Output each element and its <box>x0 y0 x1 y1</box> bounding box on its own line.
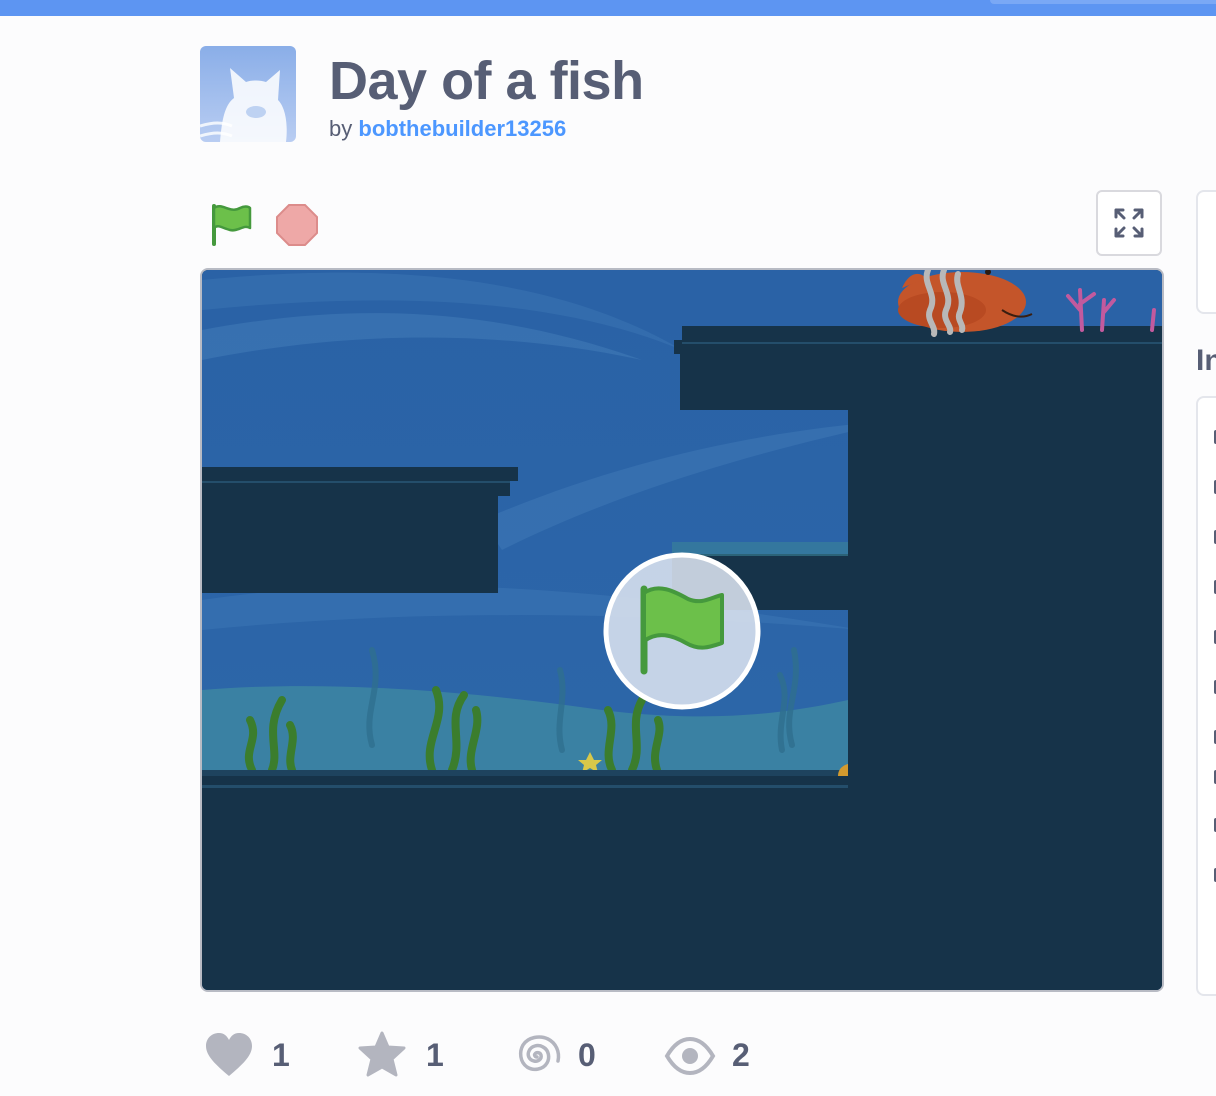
sidebar-instructions-box <box>1196 396 1216 996</box>
fullscreen-icon <box>1114 208 1144 238</box>
love-count: 1 <box>272 1037 290 1073</box>
favorite-count: 1 <box>426 1037 444 1073</box>
byline-prefix: by <box>329 116 353 141</box>
green-flag-button[interactable] <box>208 202 254 248</box>
remix-count: 0 <box>578 1037 596 1073</box>
author-link[interactable]: bobthebuilder13256 <box>358 116 566 141</box>
stop-icon <box>276 204 318 246</box>
green-flag-overlay[interactable] <box>602 551 762 711</box>
sidebar-card-top <box>1196 190 1216 314</box>
project-stage[interactable] <box>200 268 1164 992</box>
sidebar-heading: In <box>1196 344 1216 377</box>
love-stat[interactable]: 1 <box>204 1030 304 1084</box>
green-flag-icon <box>212 204 252 246</box>
project-byline: by bobthebuilder13256 <box>329 116 566 142</box>
favorite-stat[interactable]: 1 <box>357 1030 457 1084</box>
green-flag-icon <box>603 552 761 710</box>
project-title: Day of a fish <box>329 51 644 111</box>
heart-icon <box>206 1033 252 1076</box>
views-count: 2 <box>732 1037 750 1073</box>
remix-spiral-icon <box>518 1035 561 1072</box>
author-avatar[interactable] <box>200 46 296 142</box>
views-stat: 2 <box>664 1030 764 1084</box>
eye-icon <box>664 1036 716 1076</box>
stop-button[interactable] <box>274 202 320 248</box>
remix-stat: 0 <box>512 1030 612 1084</box>
star-icon <box>358 1031 406 1077</box>
fullscreen-button[interactable] <box>1096 190 1162 256</box>
nav-search-field-edge[interactable] <box>990 0 1216 4</box>
